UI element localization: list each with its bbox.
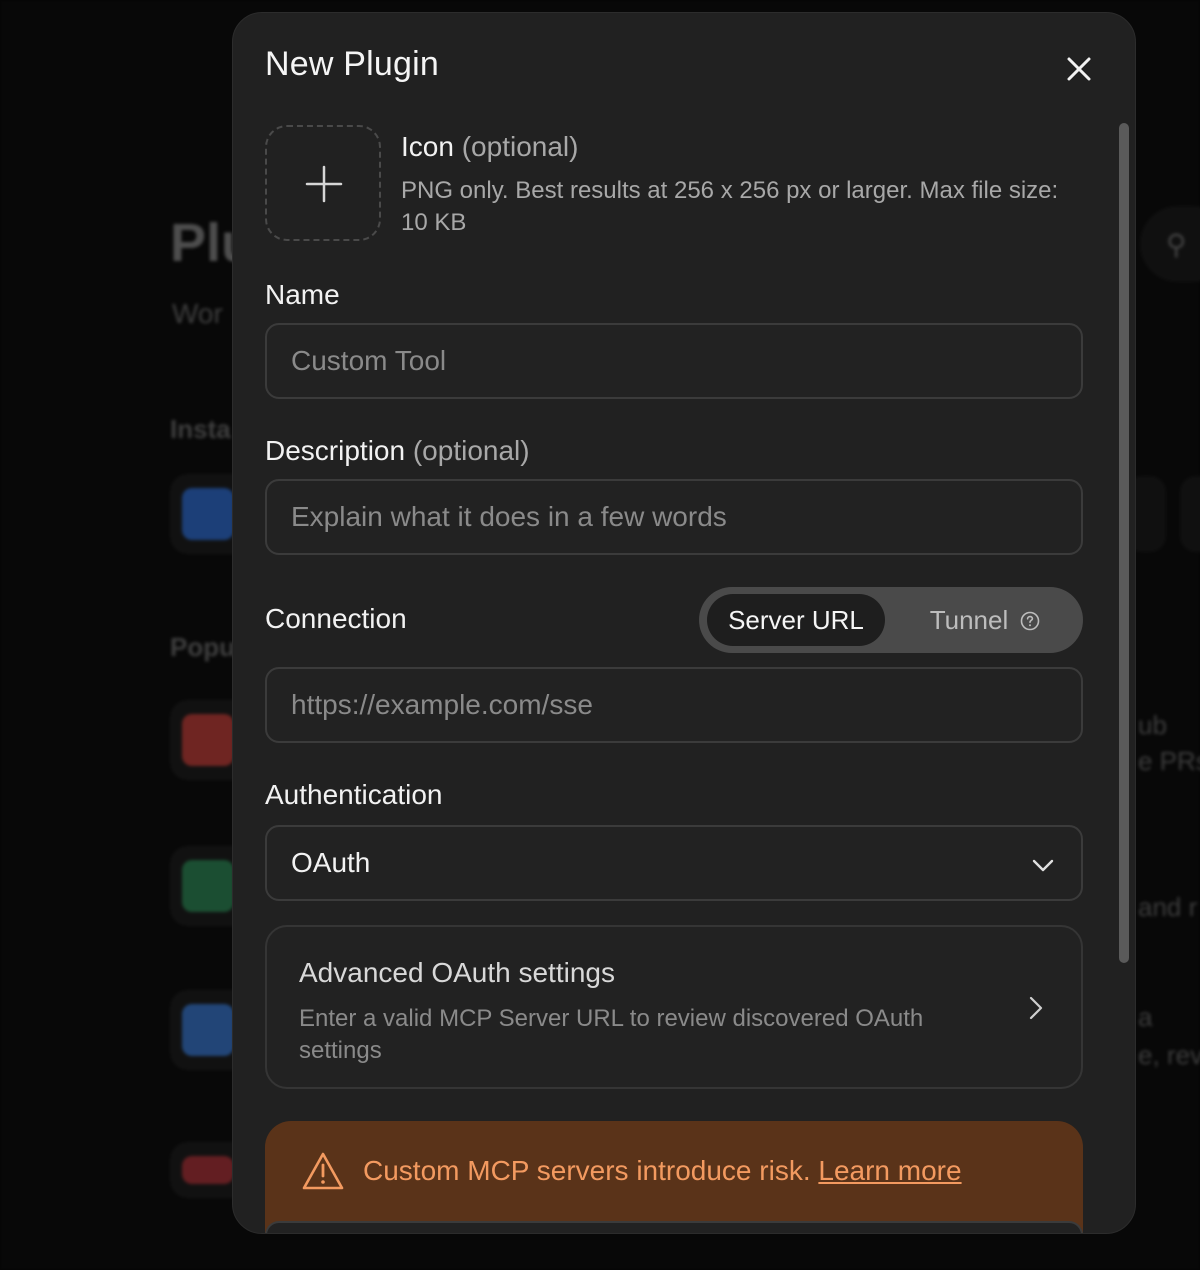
icon-label-text: Icon bbox=[401, 131, 454, 162]
background-text: e, rev bbox=[1138, 1040, 1200, 1070]
close-button[interactable] bbox=[1059, 49, 1099, 89]
learn-more-link[interactable]: Learn more bbox=[818, 1155, 961, 1186]
authentication-field-label: Authentication bbox=[265, 779, 443, 810]
authentication-selected-value: OAuth bbox=[291, 847, 371, 878]
background-section-popular: Popu bbox=[170, 632, 235, 662]
authentication-select[interactable]: OAuth bbox=[265, 825, 1083, 901]
chevron-right-icon bbox=[1029, 996, 1043, 1020]
page: Plu Wor Insta Popu ⚲ ub e PRs and r a e,… bbox=[0, 0, 1200, 1270]
connection-field-label: Connection bbox=[265, 603, 407, 634]
new-plugin-dialog: New Plugin Icon (optional) PNG only. Bes… bbox=[232, 12, 1136, 1234]
optional-tag: (optional) bbox=[412, 435, 530, 466]
chevron-down-icon bbox=[1032, 859, 1054, 872]
name-input[interactable] bbox=[265, 323, 1083, 399]
tunnel-option[interactable]: Tunnel bbox=[895, 594, 1075, 646]
name-field-label: Name bbox=[265, 279, 340, 310]
warning-text: Custom MCP servers introduce risk. bbox=[363, 1155, 811, 1186]
dialog-scrollbar[interactable] bbox=[1117, 121, 1129, 1211]
description-field-label: Description (optional) bbox=[265, 435, 530, 467]
description-input[interactable] bbox=[265, 479, 1083, 555]
warning-message: Custom MCP servers introduce risk. Learn… bbox=[363, 1155, 962, 1187]
plus-icon bbox=[305, 165, 343, 203]
background-text: a bbox=[1138, 1002, 1153, 1032]
server-url-input[interactable] bbox=[265, 667, 1083, 743]
optional-tag: (optional) bbox=[461, 131, 579, 162]
scrollbar-thumb[interactable] bbox=[1119, 123, 1129, 963]
icon-upload-button[interactable] bbox=[265, 125, 381, 241]
description-label-text: Description bbox=[265, 435, 406, 466]
advanced-oauth-title: Advanced OAuth settings bbox=[299, 957, 615, 988]
risk-warning-banner: Custom MCP servers introduce risk. Learn… bbox=[265, 1121, 1083, 1233]
background-text: ub bbox=[1138, 710, 1167, 740]
background-text: e PRs bbox=[1138, 746, 1200, 776]
advanced-oauth-description: Enter a valid MCP Server URL to review d… bbox=[299, 1005, 924, 1064]
server-url-option[interactable]: Server URL bbox=[707, 594, 885, 646]
tunnel-option-label: Tunnel bbox=[929, 604, 1009, 635]
help-circle-icon[interactable] bbox=[1020, 611, 1040, 631]
background-search-button: ⚲ bbox=[1140, 206, 1200, 282]
connection-type-toggle: Server URL Tunnel bbox=[699, 587, 1083, 653]
close-icon bbox=[1067, 57, 1091, 81]
background-plugin-tile bbox=[1180, 476, 1200, 552]
dialog-title: New Plugin bbox=[265, 45, 439, 83]
warning-triangle-icon bbox=[302, 1152, 344, 1190]
background-page-subtitle: Wor bbox=[172, 298, 223, 329]
search-icon: ⚲ bbox=[1166, 229, 1187, 260]
background-text: and r bbox=[1138, 892, 1198, 922]
icon-field-hint: PNG only. Best results at 256 x 256 px o… bbox=[401, 177, 1059, 236]
background-section-installed: Insta bbox=[170, 414, 231, 444]
next-field-partial bbox=[265, 1221, 1083, 1233]
icon-field-label: Icon (optional) bbox=[401, 131, 578, 163]
advanced-oauth-settings-card[interactable]: Advanced OAuth settings Enter a valid MC… bbox=[265, 925, 1083, 1089]
